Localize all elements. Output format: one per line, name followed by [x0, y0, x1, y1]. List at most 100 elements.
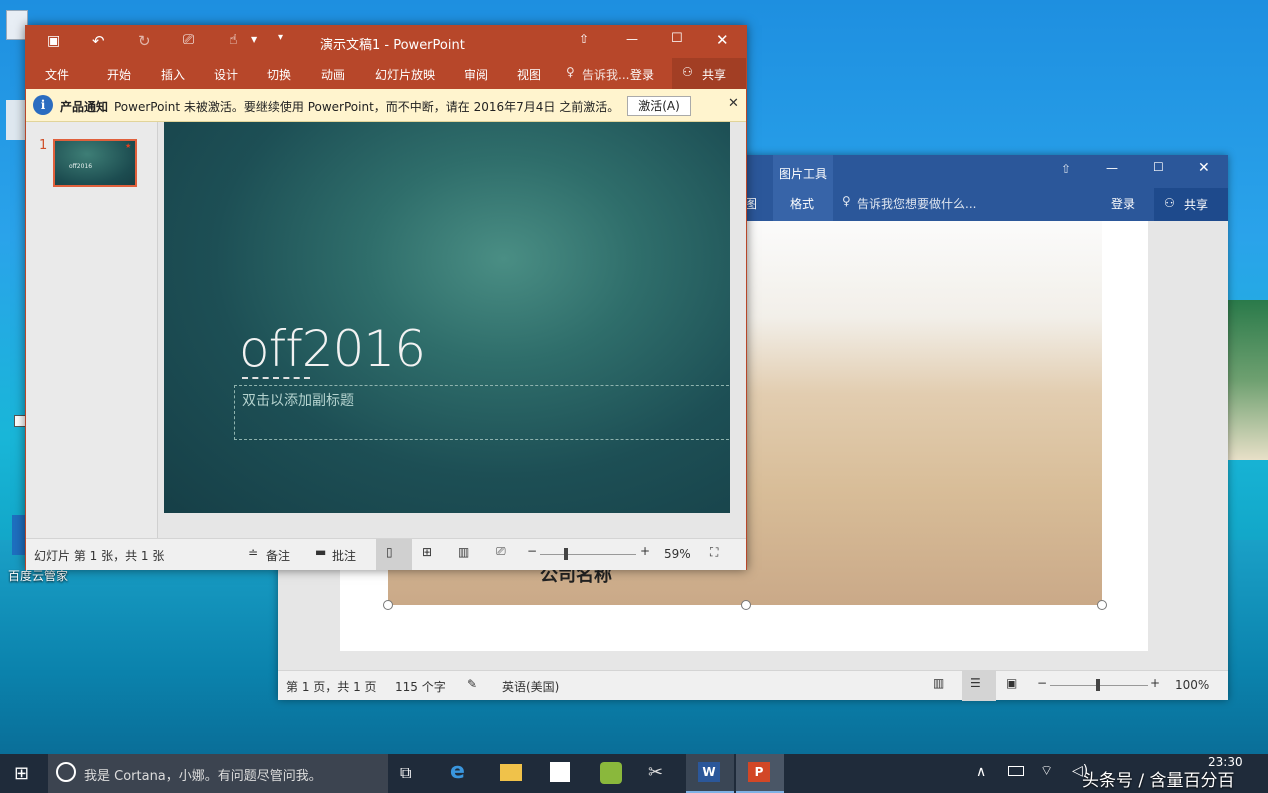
comments-icon[interactable]: ▬ — [315, 545, 326, 559]
edge-icon[interactable]: e — [450, 759, 465, 784]
word-zoom-thumb[interactable] — [1096, 679, 1100, 691]
slide-editing-area[interactable]: off2016 双击以添加副标题 — [164, 122, 734, 513]
ppt-zoom-slider[interactable] — [540, 554, 636, 555]
tab-design[interactable]: 设计 — [214, 66, 238, 83]
slide-thumbnail[interactable]: off2016 ★ — [53, 139, 137, 187]
cortana-icon — [56, 762, 76, 782]
cortana-text: 我是 Cortana，小娜。有问题尽管问我。 — [84, 769, 322, 784]
status-slide-count: 幻灯片 第 1 张，共 1 张 — [34, 549, 165, 563]
user-icon: ⚇ — [682, 65, 693, 79]
tab-animations[interactable]: 动画 — [321, 66, 345, 83]
close-icon[interactable]: ✕ — [716, 31, 729, 49]
print-layout-icon: ☰ — [970, 676, 981, 690]
word-taskbar-button[interactable]: W — [686, 754, 734, 793]
comments-button[interactable]: 批注 — [332, 547, 356, 564]
ppt-statusbar: 幻灯片 第 1 张，共 1 张 ≐ 备注 ▬ 批注 ▯ ⊞ ▥ ⎚ − + 59… — [26, 538, 746, 570]
web-layout-icon[interactable]: ▣ — [1006, 676, 1017, 690]
tab-insert[interactable]: 插入 — [161, 66, 185, 83]
ribbon-display-icon[interactable]: ⇧ — [1061, 162, 1071, 176]
slideshow-icon[interactable]: ⎚ — [496, 544, 506, 559]
tool-app-icon[interactable]: ✂ — [648, 762, 663, 783]
reading-view-icon[interactable]: ▥ — [458, 545, 469, 559]
slide-sorter-icon[interactable]: ⊞ — [422, 545, 432, 559]
status-language[interactable]: 英语(美国) — [502, 678, 559, 695]
notes-icon[interactable]: ≐ — [248, 546, 258, 560]
word-lightbulb-icon: ♀ — [842, 194, 851, 208]
tab-home[interactable]: 开始 — [107, 66, 131, 83]
battery-icon[interactable] — [1008, 766, 1024, 776]
slide-title[interactable]: off2016 — [239, 320, 426, 378]
android-icon[interactable] — [600, 762, 622, 784]
thumb-title: off2016 — [69, 163, 93, 170]
touch-mode-icon[interactable]: ☝ — [229, 32, 238, 48]
subtitle-placeholder[interactable]: 双击以添加副标题 — [234, 385, 734, 440]
spellcheck-underline — [242, 377, 310, 379]
normal-view-button[interactable]: ▯ — [376, 539, 412, 570]
ppt-share-button[interactable]: ⚇ 共享 — [672, 58, 746, 89]
ppt-taskbar-button[interactable]: P — [736, 754, 784, 793]
powerpoint-window[interactable]: ▣ ↶ ↻ ⎚ ☝ ▼ ▾ 演示文稿1 - PowerPoint ⇧ — ☐ ✕… — [25, 25, 747, 570]
store-icon[interactable] — [550, 762, 570, 782]
word-login[interactable]: 登录 — [1111, 195, 1135, 212]
zoom-in-icon[interactable]: + — [640, 544, 650, 558]
minimize-icon[interactable]: — — [626, 32, 638, 46]
ppt-zoom-level[interactable]: 59% — [664, 547, 691, 561]
task-view-icon[interactable]: ⧉ — [400, 763, 411, 783]
product-notice-bar: i 产品通知 PowerPoint 未被激活。要继续使用 PowerPoint，… — [26, 89, 746, 122]
slide-canvas[interactable]: off2016 双击以添加副标题 — [164, 122, 734, 513]
ribbon-display-icon[interactable]: ⇧ — [579, 32, 589, 46]
ppt-ribbon-tabs: 文件 开始 插入 设计 切换 动画 幻灯片放映 审阅 视图 ♀ 告诉我... 登… — [26, 58, 746, 89]
tab-file[interactable]: 文件 — [45, 66, 69, 83]
tab-review[interactable]: 审阅 — [464, 66, 488, 83]
show-hidden-icons-icon[interactable]: ∧ — [976, 764, 986, 780]
close-icon[interactable]: ✕ — [1198, 160, 1210, 176]
resize-handle[interactable] — [741, 600, 751, 610]
ppt-login[interactable]: 登录 — [630, 66, 654, 83]
status-page[interactable]: 第 1 页，共 1 页 — [286, 678, 377, 695]
slideshow-from-start-icon[interactable]: ⎚ — [183, 32, 194, 48]
proofing-icon[interactable]: ✎ — [467, 677, 477, 691]
tab-slideshow[interactable]: 幻灯片放映 — [375, 66, 435, 83]
activate-button[interactable]: 激活(A) — [627, 96, 691, 116]
word-tab-format[interactable]: 格式 — [790, 195, 814, 212]
notes-button[interactable]: 备注 — [266, 547, 290, 564]
read-mode-icon[interactable]: ▥ — [933, 676, 944, 690]
watermark-text: 头条号 / 含量百分百 — [1082, 771, 1235, 791]
zoom-out-icon[interactable]: − — [1037, 676, 1047, 690]
word-tell-me[interactable]: 告诉我您想要做什么... — [857, 195, 976, 212]
vertical-scrollbar[interactable] — [730, 122, 746, 538]
minimize-icon[interactable]: — — [1106, 161, 1118, 175]
notice-close-icon[interactable]: ✕ — [728, 96, 739, 111]
redo-icon[interactable]: ↻ — [138, 32, 151, 50]
cortana-search-box[interactable]: 我是 Cortana，小娜。有问题尽管问我。 — [48, 754, 388, 793]
tab-transitions[interactable]: 切换 — [267, 66, 291, 83]
thumb-star-icon: ★ — [125, 142, 132, 150]
undo-icon[interactable]: ↶ — [92, 32, 105, 50]
status-words[interactable]: 115 个字 — [395, 678, 446, 695]
word-share-label: 共享 — [1184, 198, 1209, 212]
fit-to-window-icon[interactable]: ⛶ — [710, 545, 718, 560]
normal-view-icon: ▯ — [386, 545, 393, 559]
maximize-icon[interactable]: ☐ — [1153, 160, 1164, 174]
ppt-zoom-thumb[interactable] — [564, 548, 568, 560]
resize-handle[interactable] — [383, 600, 393, 610]
resize-handle[interactable] — [1097, 600, 1107, 610]
word-app-icon: W — [698, 762, 720, 782]
file-explorer-icon[interactable] — [500, 764, 522, 781]
save-icon[interactable]: ▣ — [47, 33, 60, 49]
ppt-tell-me[interactable]: 告诉我... — [582, 66, 629, 83]
touch-dropdown-icon[interactable]: ▼ — [251, 35, 257, 44]
tab-view[interactable]: 视图 — [517, 66, 541, 83]
maximize-icon[interactable]: ☐ — [671, 31, 683, 46]
word-share-button[interactable]: ⚇ 共享 — [1154, 188, 1228, 221]
windows-start-icon[interactable]: ⊞ — [14, 763, 29, 784]
zoom-in-icon[interactable]: + — [1150, 676, 1160, 690]
desktop-wallpaper-island — [1228, 300, 1268, 460]
network-icon[interactable]: ⌔ — [1040, 762, 1053, 780]
customize-qat-icon[interactable]: ▾ — [278, 32, 283, 43]
slide-thumbnail-pane[interactable]: 1 off2016 ★ — [26, 122, 158, 538]
zoom-out-icon[interactable]: − — [527, 544, 537, 558]
slide-number: 1 — [39, 138, 48, 153]
subtitle-placeholder-text: 双击以添加副标题 — [242, 393, 354, 409]
word-zoom-level[interactable]: 100% — [1175, 678, 1209, 692]
